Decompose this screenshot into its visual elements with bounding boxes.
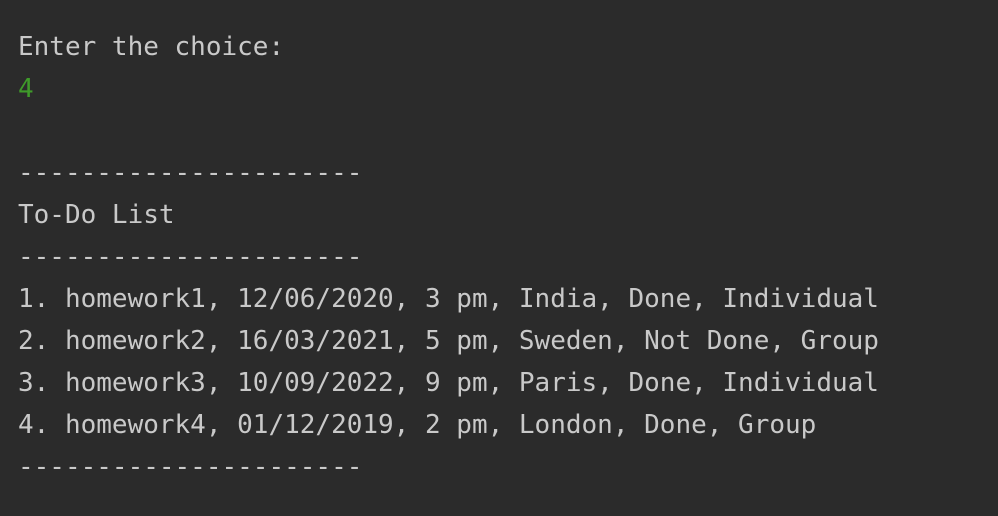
list-item: 3. homework3, 10/09/2022, 9 pm, Paris, D… — [18, 368, 879, 398]
list-title: To-Do List — [18, 200, 175, 230]
separator-header: ---------------------- — [18, 242, 363, 272]
list-item: 4. homework4, 01/12/2019, 2 pm, London, … — [18, 410, 817, 440]
list-item: 1. homework1, 12/06/2020, 3 pm, India, D… — [18, 284, 879, 314]
separator-top: ---------------------- — [18, 158, 363, 188]
user-input-echo: 4 — [18, 74, 34, 104]
list-item: 2. homework2, 16/03/2021, 5 pm, Sweden, … — [18, 326, 879, 356]
console-output: Enter the choice: 4 --------------------… — [0, 0, 998, 516]
separator-bottom: ---------------------- — [18, 452, 363, 482]
choice-prompt: Enter the choice: — [18, 32, 285, 62]
